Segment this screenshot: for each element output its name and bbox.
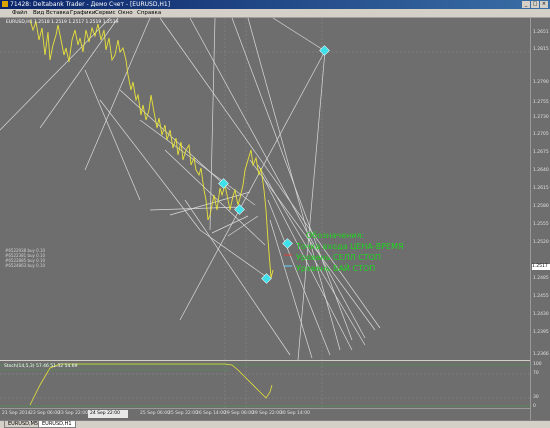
- time-tick: 21 Sep 2014: [2, 411, 31, 416]
- time-tick: 30 Sep 14:00: [280, 411, 311, 416]
- price-tick: 1.2705: [533, 132, 549, 137]
- indicator-tick: 0: [533, 404, 536, 409]
- legend-buy-stop: Уровень БАЙ СТОП: [296, 264, 376, 273]
- price-tick: 1.2790: [533, 80, 549, 85]
- indicator-label: Stoch(14,5,3) 57.46 51.32 54.69: [4, 364, 78, 369]
- order-list: #6522938 buy 0.10 #6522381 buy 0.10 #652…: [5, 248, 45, 268]
- price-tick: 1.2520: [533, 240, 549, 245]
- time-tick-highlighted: 24 Sep 22:00: [90, 411, 121, 416]
- time-tick: 29 Sep 06:00: [224, 411, 255, 416]
- time-tick: 25 Sep 22:00: [168, 411, 199, 416]
- price-tick: 1.2675: [533, 150, 549, 155]
- price-tick: 1.2485: [533, 276, 549, 281]
- price-tick: 1.2395: [533, 330, 549, 335]
- time-tick: 25 Sep 06:00: [140, 411, 171, 416]
- legend-title: Обозначения:: [306, 231, 365, 240]
- price-tick: 1.2366: [533, 352, 549, 357]
- price-tick: 1.2580: [533, 204, 549, 209]
- price-tick: 1.2640: [533, 168, 549, 173]
- current-price-tag: 1.2517: [532, 264, 550, 270]
- time-tick: 23 Sep 22:00: [58, 411, 89, 416]
- time-tick: 29 Sep 22:00: [252, 411, 283, 416]
- price-tick: 1.2815: [533, 47, 549, 52]
- indicator-tick: 30: [533, 395, 539, 400]
- price-tick: 1.2755: [533, 100, 549, 105]
- price-tick: 1.2730: [533, 115, 549, 120]
- price-tick: 1.2651: [533, 30, 549, 35]
- chart-info-label: EURUSD,H1 1.2518 1.2519 1.2517 1.2519 1.…: [6, 20, 119, 25]
- price-tick: 1.2430: [533, 312, 549, 317]
- legend-sell-stop: Уровень СЕЛЛ СТОП: [296, 253, 381, 262]
- chart-drawing: [0, 17, 530, 408]
- price-tick: 1.2455: [533, 294, 549, 299]
- price-axis[interactable]: 1.2651 1.2815 1.2790 1.2755 1.2730 1.270…: [530, 18, 550, 420]
- price-tick: 1.2615: [533, 186, 549, 191]
- time-tick: 26 Sep 14:00: [196, 411, 227, 416]
- legend-entry-point: Точка входа ЦЕНА-ВРЕМЯ: [296, 242, 404, 251]
- indicator-tick: 70: [533, 371, 539, 376]
- indicator-tick: 100: [533, 362, 542, 367]
- order-label[interactable]: #6524863 buy 0.10: [5, 263, 45, 268]
- chart-legend: Обозначения: Точка входа ЦЕНА-ВРЕМЯ Уров…: [286, 230, 404, 274]
- price-tick: 1.2555: [533, 222, 549, 227]
- time-tick: 23 Sep 06:00: [30, 411, 61, 416]
